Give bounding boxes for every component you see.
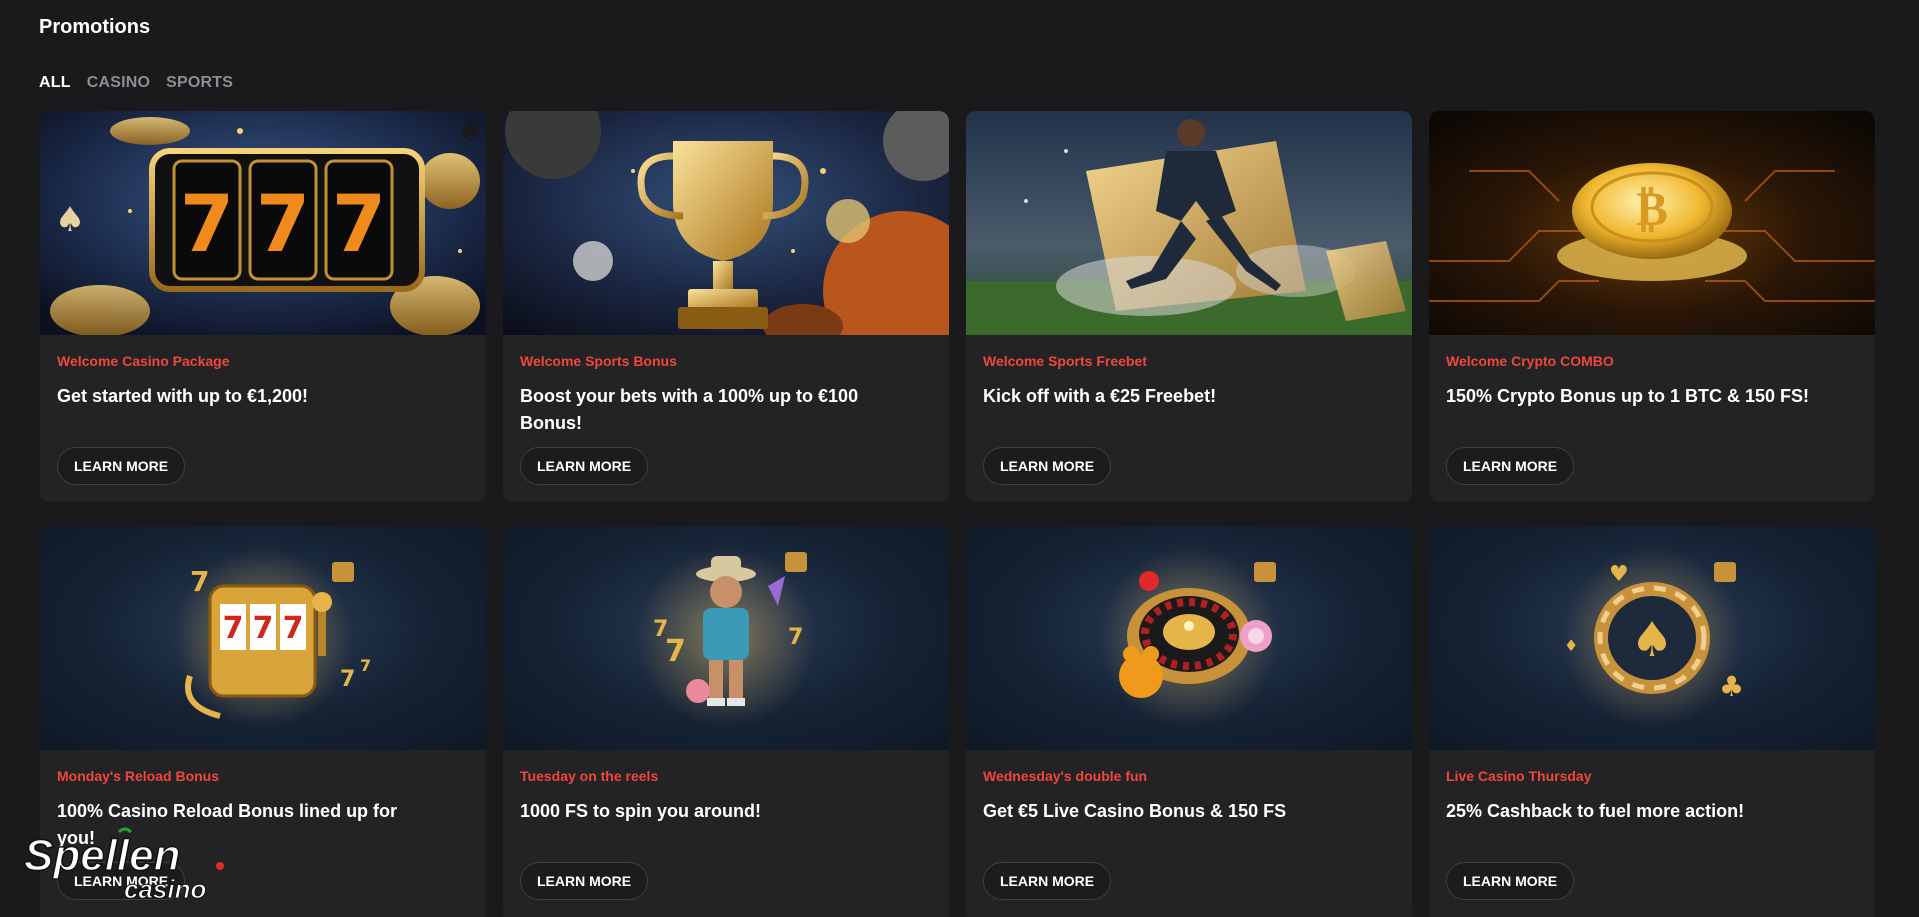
spellen-casino-logo: Spellen casino: [24, 827, 224, 902]
svg-text:♣: ♣: [1719, 670, 1744, 703]
tab-casino[interactable]: CASINO: [87, 74, 150, 92]
svg-text:♦: ♦: [1564, 636, 1578, 655]
slot-machine-icon: 7 7 7 7 7 7: [173, 548, 371, 728]
promo-card-wednesday-double-fun[interactable]: Wednesday's double fun Get €5 Live Casin…: [966, 526, 1412, 917]
card-peek: [503, 912, 949, 917]
promo-category: Welcome Sports Freebet: [983, 353, 1147, 369]
logo-sub-text: casino: [124, 874, 206, 902]
slot-reels-777-icon: 7 7 7 ♠ ♠: [40, 111, 486, 335]
promotion-filter-tabs: ALL CASINO SPORTS: [39, 74, 233, 92]
casino-chip-icon: ♠ ♥ ♣ ♦: [1562, 548, 1744, 728]
card-peek: [40, 912, 486, 917]
learn-more-button[interactable]: LEARN MORE: [520, 447, 649, 485]
svg-text:♠: ♠: [55, 200, 85, 240]
svg-text:7: 7: [332, 180, 386, 270]
svg-text:7: 7: [256, 180, 310, 270]
card-peek: [1429, 912, 1875, 917]
promo-image: [966, 526, 1412, 750]
promotions-page: Promotions ALL CASINO SPORTS 7 7 7 ♠ ♠ W…: [0, 0, 1919, 917]
promo-image: [966, 111, 1412, 335]
learn-more-button[interactable]: LEARN MORE: [57, 447, 186, 485]
svg-text:7: 7: [788, 625, 803, 650]
promotions-grid: 7 7 7 ♠ ♠ Welcome Casino Package Get sta…: [40, 111, 1875, 917]
football-player-icon: [966, 111, 1412, 335]
promo-category: Welcome Sports Bonus: [520, 353, 677, 369]
page-title: Promotions: [39, 16, 151, 38]
promo-category: Welcome Casino Package: [57, 353, 230, 369]
learn-more-button[interactable]: LEARN MORE: [983, 862, 1112, 900]
promo-title: 150% Crypto Bonus up to 1 BTC & 150 FS!: [1446, 386, 1810, 406]
promo-card-welcome-casino[interactable]: 7 7 7 ♠ ♠ Welcome Casino Package Get sta…: [40, 111, 486, 502]
svg-text:7: 7: [283, 611, 304, 646]
logo-main-text: Spellen: [24, 831, 181, 880]
promo-image: 7 7 7 ♠ ♠: [40, 111, 486, 335]
promo-card-welcome-crypto[interactable]: ₿ Welcome Crypto COMBO 150% Crypto Bonus…: [1429, 111, 1875, 502]
promo-title: 1000 FS to spin you around!: [520, 801, 762, 821]
next-row-cards-peek: [40, 912, 1876, 917]
trophy-icon: [503, 111, 949, 335]
card-peek: [966, 912, 1412, 917]
cowboy-character-icon: 7 7 7: [636, 548, 816, 728]
svg-text:♥: ♥: [1609, 562, 1629, 587]
promo-image: ₿: [1429, 111, 1875, 335]
svg-text:7: 7: [665, 634, 686, 669]
promo-card-tuesday-reels[interactable]: 7 7 7 Tuesday on the reels 1000 FS to sp…: [503, 526, 949, 917]
promo-category: Live Casino Thursday: [1446, 768, 1592, 784]
roulette-wheel-icon: [1099, 548, 1279, 728]
promo-image: [503, 111, 949, 335]
tab-sports[interactable]: SPORTS: [166, 74, 233, 92]
svg-text:7: 7: [340, 667, 355, 692]
svg-text:7: 7: [190, 565, 209, 598]
promo-image: 7 7 7: [503, 526, 949, 750]
learn-more-button[interactable]: LEARN MORE: [520, 862, 649, 900]
promo-title: Boost your bets with a 100% up to €100 B…: [520, 386, 859, 433]
promo-category: Tuesday on the reels: [520, 768, 659, 784]
tab-all[interactable]: ALL: [39, 74, 71, 92]
svg-text:7: 7: [253, 611, 274, 646]
learn-more-button[interactable]: LEARN MORE: [1446, 862, 1575, 900]
svg-text:♠: ♠: [1630, 612, 1673, 668]
svg-text:7: 7: [180, 180, 234, 270]
learn-more-button[interactable]: LEARN MORE: [983, 447, 1112, 485]
promo-card-live-casino-thursday[interactable]: ♠ ♥ ♣ ♦ Live Casino Thursday 25% Cashbac…: [1429, 526, 1875, 917]
learn-more-button[interactable]: LEARN MORE: [1446, 447, 1575, 485]
promo-card-welcome-sports-bonus[interactable]: Welcome Sports Bonus Boost your bets wit…: [503, 111, 949, 502]
promo-title: Get €5 Live Casino Bonus & 150 FS: [983, 801, 1287, 821]
svg-text:♠: ♠: [457, 115, 482, 148]
promo-title: Kick off with a €25 Freebet!: [983, 386, 1217, 406]
promo-image: 7 7 7 7 7 7: [40, 526, 486, 750]
promo-category: Wednesday's double fun: [983, 768, 1148, 784]
promo-category: Monday's Reload Bonus: [57, 768, 220, 784]
svg-text:7: 7: [360, 656, 371, 675]
promo-card-welcome-sports-freebet[interactable]: Welcome Sports Freebet Kick off with a €…: [966, 111, 1412, 502]
promo-title: 25% Cashback to fuel more action!: [1446, 801, 1745, 821]
promo-title: Get started with up to €1,200!: [57, 386, 309, 406]
bitcoin-coin-icon: ₿: [1429, 111, 1875, 335]
svg-text:₿: ₿: [1636, 181, 1668, 237]
promo-category: Welcome Crypto COMBO: [1446, 353, 1614, 369]
promo-image: ♠ ♥ ♣ ♦: [1429, 526, 1875, 750]
svg-text:7: 7: [223, 611, 244, 646]
